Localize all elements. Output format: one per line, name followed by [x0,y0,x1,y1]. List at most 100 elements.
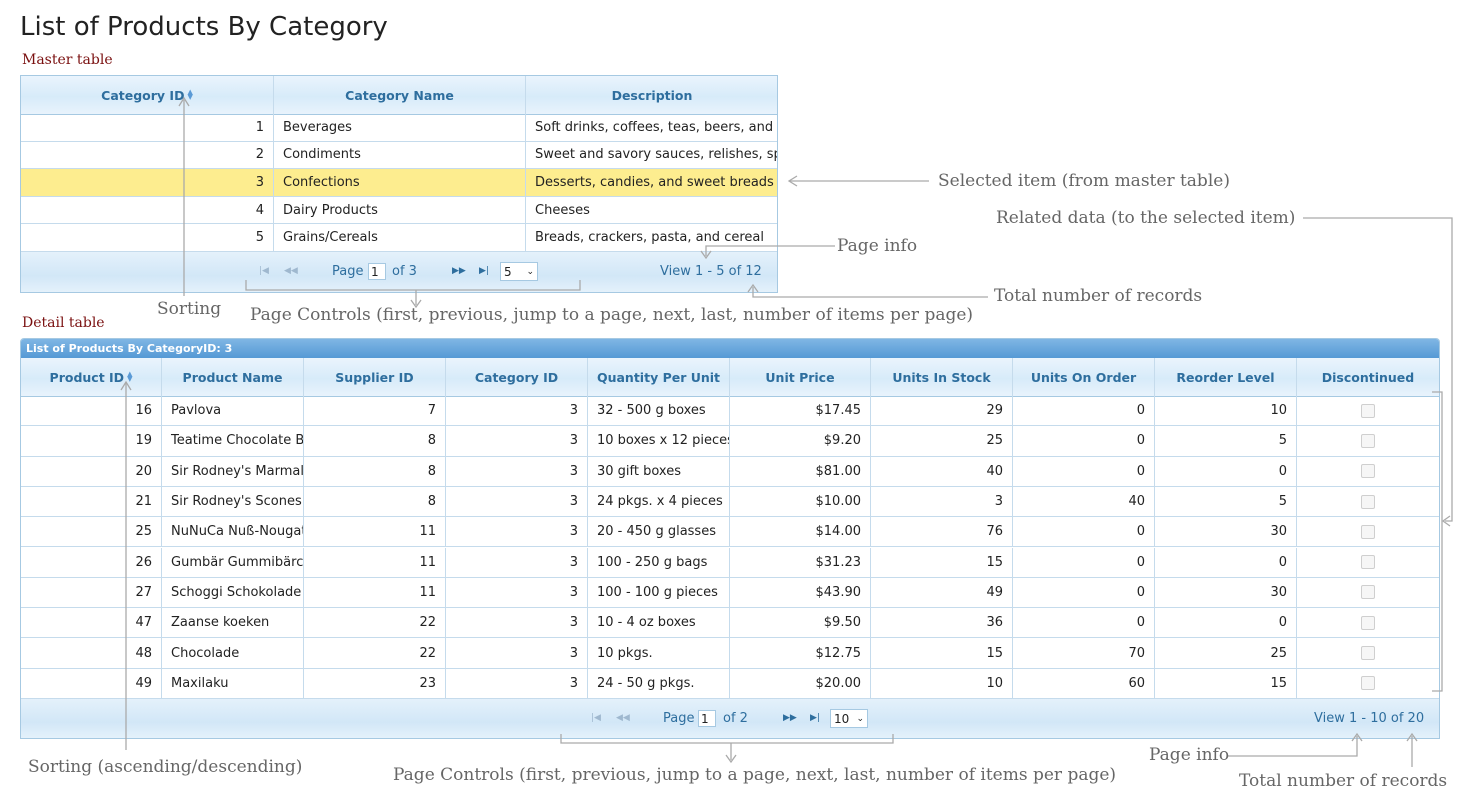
table-row[interactable]: 20Sir Rodney's Marmalade8330 gift boxes$… [21,456,1439,487]
first-page-icon[interactable]: |◀ [259,266,269,276]
view-info: View 1 - 5 of 12 [660,264,762,279]
table-row[interactable]: 27 Schoggi Schokolade 11 3 100 - 100 g piece… [21,577,1439,609]
last-page-icon[interactable]: ▶| [479,266,489,276]
table-cell: 36 [871,608,1013,638]
page-size-select[interactable]: 10 ⌄ [830,709,868,728]
discontinued-cell [1297,396,1439,425]
prev-page-icon[interactable]: ◀◀ [616,713,630,723]
col-header-label: Discontinued [1321,369,1415,385]
table-cell: 22 [304,608,446,638]
table-cell: Breads, crackers, pasta, and cereal [535,230,764,246]
page-size-select[interactable]: 5 ⌄ [500,262,538,281]
col-header-label: Supplier ID [335,369,414,385]
page-size-value: 5 [504,264,512,279]
table-row[interactable]: 19Teatime Chocolate Biscuits8310 boxes x… [21,426,1439,457]
table-cell: NuNuCa Nuß-Nougat-Creme [162,517,304,547]
discontinued-checkbox[interactable] [1361,403,1375,418]
col-header-product-id[interactable]: Product ID ▲ ▼ [21,358,162,396]
sort-icon[interactable]: ▲ ▼ [187,89,192,101]
col-header-category-id[interactable]: Category ID [446,358,588,396]
table-cell: 11 [304,547,446,577]
discontinued-cell [1297,548,1439,577]
table-cell: 22 [304,638,446,668]
table-row[interactable]: 3 Confections Desserts, candies, and sweet… [21,169,777,197]
table-row[interactable]: 1 Beverages Soft drinks, coffees, teas, be… [21,114,777,142]
table-cell: 10 - 4 oz boxes [588,608,730,638]
table-row[interactable]: 16 Pavlova 7 3 32 - 500 g boxes $17.45 29 0 10 [21,396,1439,427]
table-cell: 5 [1155,426,1297,456]
table-cell: Cheeses [535,202,590,218]
col-header-description[interactable]: Description [526,76,777,114]
table-row[interactable]: 5 Grains/Cereals Breads, crackers, pasta, … [21,224,777,252]
discontinued-checkbox[interactable] [1361,615,1375,630]
table-cell: 76 [871,517,1013,547]
table-cell: 40 [871,456,1013,486]
table-cell: $10.00 [730,486,871,517]
col-header-category-id[interactable]: Category ID ▲ ▼ [21,76,274,114]
col-header-product-name[interactable]: Product Name [162,358,304,396]
table-cell: 49 [21,668,162,698]
col-header-supplier-id[interactable]: Supplier ID [304,358,446,396]
col-header-label: Product ID [49,369,125,385]
table-cell: 1 [21,114,274,141]
col-header-reorder-level[interactable]: Reorder Level [1155,358,1297,396]
table-cell: Sir Rodney's Marmalade [162,456,304,486]
discontinued-checkbox[interactable] [1361,494,1375,509]
page-number-input[interactable] [698,710,716,727]
annotation-total-records-detail: Total number of records [1239,771,1448,791]
discontinued-checkbox[interactable] [1361,524,1375,539]
table-row[interactable]: 48 Chocolade 22 3 10 pkgs. $12.75 15 70 25 [21,638,1439,669]
annotation-page-info-detail: Page info [1149,745,1230,765]
table-cell: 30 gift boxes [588,456,730,486]
table-row[interactable]: 21 Sir Rodney's Scones 8 3 24 pkgs. x 4 piec… [21,486,1439,518]
table-row[interactable]: 26Gumbär Gummibärchen113100 - 250 g bags… [21,547,1439,578]
page-label: Page [332,264,364,279]
table-cell: $17.45 [730,396,871,426]
last-page-icon[interactable]: ▶| [810,713,820,723]
table-cell: Teatime Chocolate Biscuits [162,426,304,456]
table-cell: 3 [446,638,588,668]
master-header: Category ID ▲ ▼ Category Name Description [21,76,777,115]
next-page-icon[interactable]: ▶▶ [452,266,466,276]
discontinued-checkbox[interactable] [1361,646,1375,661]
table-cell: 7 [304,396,446,426]
prev-page-icon[interactable]: ◀◀ [284,266,298,276]
col-header-label: Quantity Per Unit [596,369,721,385]
discontinued-checkbox[interactable] [1361,585,1375,600]
table-cell: Beverages [274,114,526,141]
first-page-icon[interactable]: |◀ [591,713,601,723]
table-cell: 32 - 500 g boxes [588,396,730,426]
table-cell: 100 - 100 g pieces [588,577,730,608]
table-cell: 70 [1013,638,1155,668]
page-number-input[interactable] [368,263,386,280]
discontinued-checkbox[interactable] [1361,464,1375,479]
col-header-discontinued[interactable]: Discontinued [1297,358,1439,396]
table-row[interactable]: 47 Zaanse koeken 22 3 10 - 4 oz boxes $9.50 36… [21,608,1439,639]
col-header-unit-price[interactable]: Unit Price [730,358,871,396]
table-row[interactable]: 4 Dairy Products Cheeses [21,196,777,225]
table-cell: 0 [1013,426,1155,456]
col-header-units-in-stock[interactable]: Units In Stock [871,358,1013,396]
discontinued-checkbox[interactable] [1361,433,1375,448]
table-cell: 30 [1155,517,1297,547]
table-cell: 3 [446,486,588,517]
table-cell: 3 [871,486,1013,517]
table-row[interactable]: 49 Maxilaku 23 3 24 - 50 g pkgs. $20.00 10 60 15 [21,668,1439,699]
next-page-icon[interactable]: ▶▶ [783,713,797,723]
col-header-label: Reorder Level [1176,369,1275,385]
table-cell: 8 [304,426,446,456]
col-header-label: Category ID [474,369,559,385]
table-cell: 25 [871,426,1013,456]
sort-icon[interactable]: ▲ ▼ [127,371,132,383]
table-cell: 0 [1013,608,1155,638]
discontinued-checkbox[interactable] [1361,555,1375,570]
master-pager: |◀ ◀◀ Page of 3 ▶▶ ▶| 5⌄ View 1 - 5 of 1… [21,252,777,292]
col-header-quantity-per-unit[interactable]: Quantity Per Unit [588,358,730,396]
table-row[interactable]: 25NuNuCa Nuß-Nougat-Creme11320 - 450 g g… [21,517,1439,548]
chevron-down-icon: ⌄ [526,266,534,277]
discontinued-checkbox[interactable] [1361,676,1375,691]
col-header-units-on-order[interactable]: Units On Order [1013,358,1155,396]
detail-grid: List of Products By CategoryID: 3 Produc… [20,338,1440,739]
table-row[interactable]: 2 Condiments Sweet and savory sauces, reli… [21,141,777,170]
col-header-category-name[interactable]: Category Name [274,76,526,114]
